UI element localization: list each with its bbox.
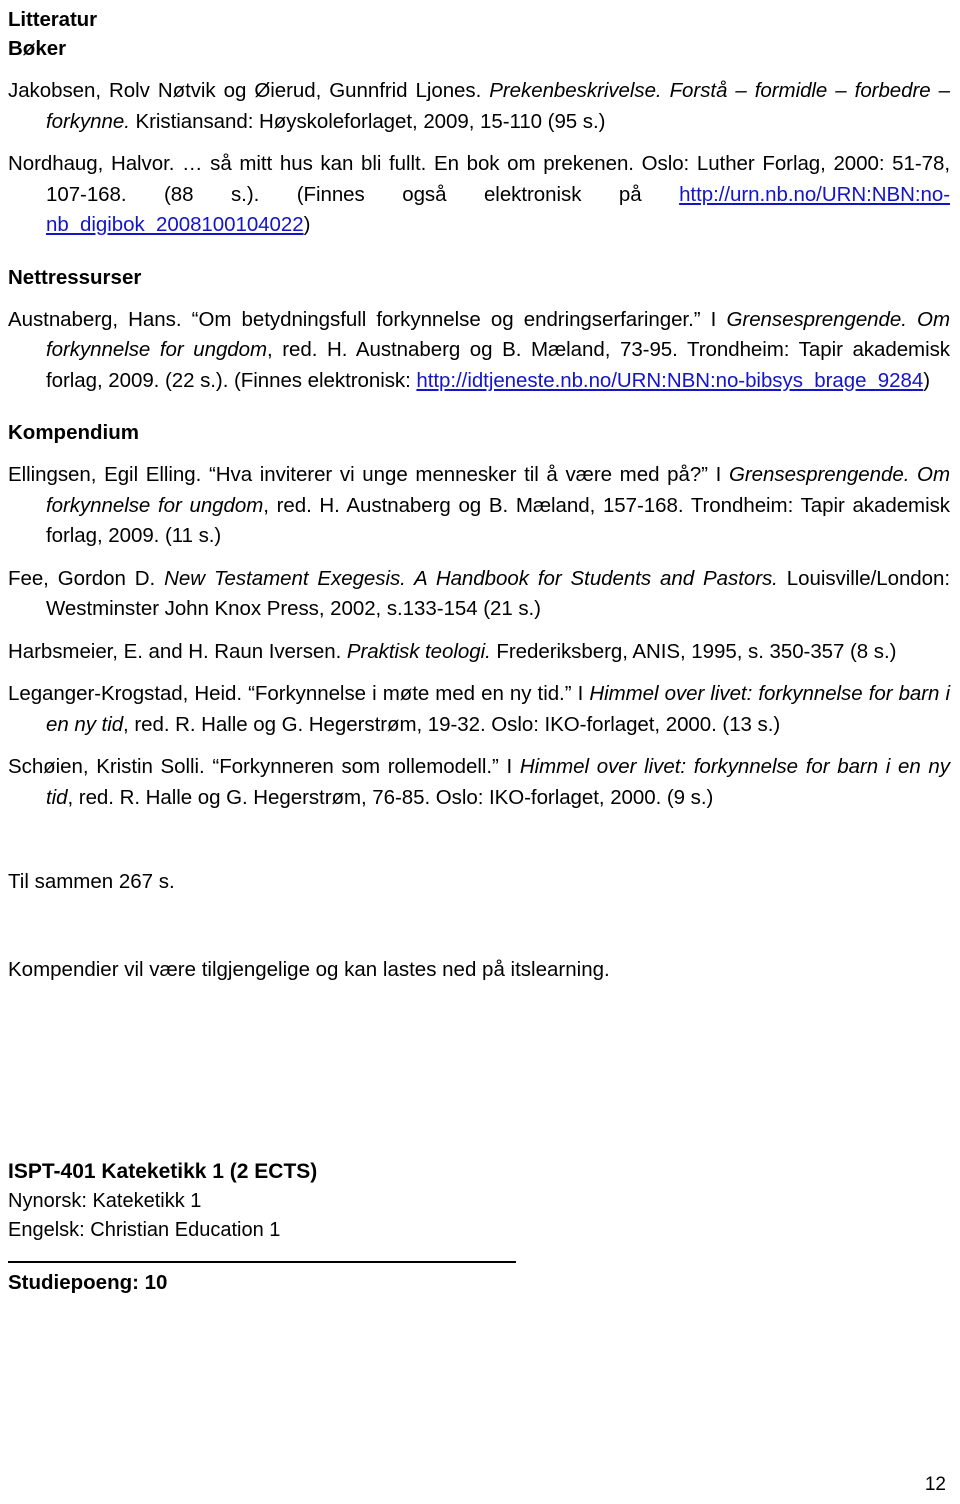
reference-text-segment: Ellingsen, Egil Elling. “Hva inviterer v…	[8, 463, 729, 486]
kompendier-note: Kompendier vil være tilgjengelige og kan…	[8, 958, 610, 981]
reference-text-segment: , red. R. Halle og G. Hegerstrøm, 19-32.…	[123, 712, 781, 736]
heading-litteratur: Litteratur	[8, 8, 97, 31]
studiepoeng-text: Studiepoeng: 10	[8, 1271, 168, 1294]
reference-text-segment: Leganger-Krogstad, Heid. “Forkynnelse i …	[8, 682, 590, 705]
reference-title-italic: New Testament Exegesis. A Handbook for S…	[164, 566, 778, 590]
reference-text-segment: Frederiksberg, ANIS, 1995, s. 350-357 (8…	[490, 639, 897, 663]
reference-leganger-krogstad: Leganger-Krogstad, Heid. “Forkynnelse i …	[8, 679, 950, 740]
reference-url-link[interactable]: http://idtjeneste.nb.no/URN:NBN:no-bibsy…	[416, 369, 923, 392]
page-number: 12	[924, 1474, 946, 1495]
total-pages-text: Til sammen 267 s.	[8, 870, 175, 893]
reference-text-segment: , red. R. Halle og G. Hegerstrøm, 76-85.…	[67, 785, 714, 809]
section-divider	[8, 1261, 516, 1263]
reference-text-segment: Kristiansand: Høyskoleforlaget, 2009, 15…	[129, 109, 606, 133]
document-page: Litteratur Bøker Jakobsen, Rolv Nøtvik o…	[0, 0, 960, 1504]
reference-text-segment: Jakobsen, Rolv Nøtvik og Øierud, Gunnfri…	[8, 79, 490, 102]
reference-text-segment: )	[923, 368, 930, 392]
reference-schoien: Schøien, Kristin Solli. “Forkynneren som…	[8, 752, 950, 813]
reference-text-segment: Schøien, Kristin Solli. “Forkynneren som…	[8, 755, 520, 778]
reference-text-segment: Fee, Gordon D.	[8, 566, 165, 590]
heading-nettressurser: Nettressurser	[8, 265, 142, 289]
reference-fee: Fee, Gordon D. New Testament Exegesis. A…	[8, 564, 950, 625]
reference-harbsmeier: Harbsmeier, E. and H. Raun Iversen. Prak…	[8, 637, 950, 668]
reference-austnaberg: Austnaberg, Hans. “Om betydningsfull for…	[8, 305, 950, 397]
reference-text-segment: Austnaberg, Hans. “Om betydningsfull for…	[8, 307, 727, 331]
reference-nordhaug: Nordhaug, Halvor. … så mitt hus kan bli …	[8, 149, 950, 241]
reference-text-segment: Harbsmeier, E. and H. Raun Iversen.	[8, 639, 347, 663]
heading-kompendium: Kompendium	[8, 421, 139, 444]
reference-jakobsen: Jakobsen, Rolv Nøtvik og Øierud, Gunnfri…	[8, 76, 950, 137]
heading-boker: Bøker	[8, 37, 67, 60]
reference-text-segment: )	[303, 213, 311, 236]
course-title: ISPT-401 Kateketikk 1 (2 ECTS)	[8, 1160, 318, 1183]
reference-ellingsen: Ellingsen, Egil Elling. “Hva inviterer v…	[8, 460, 950, 552]
reference-title-italic: Praktisk teologi.	[346, 639, 491, 663]
course-engelsk: Engelsk: Christian Education 1	[8, 1218, 281, 1241]
course-nynorsk: Nynorsk: Kateketikk 1	[8, 1190, 202, 1212]
